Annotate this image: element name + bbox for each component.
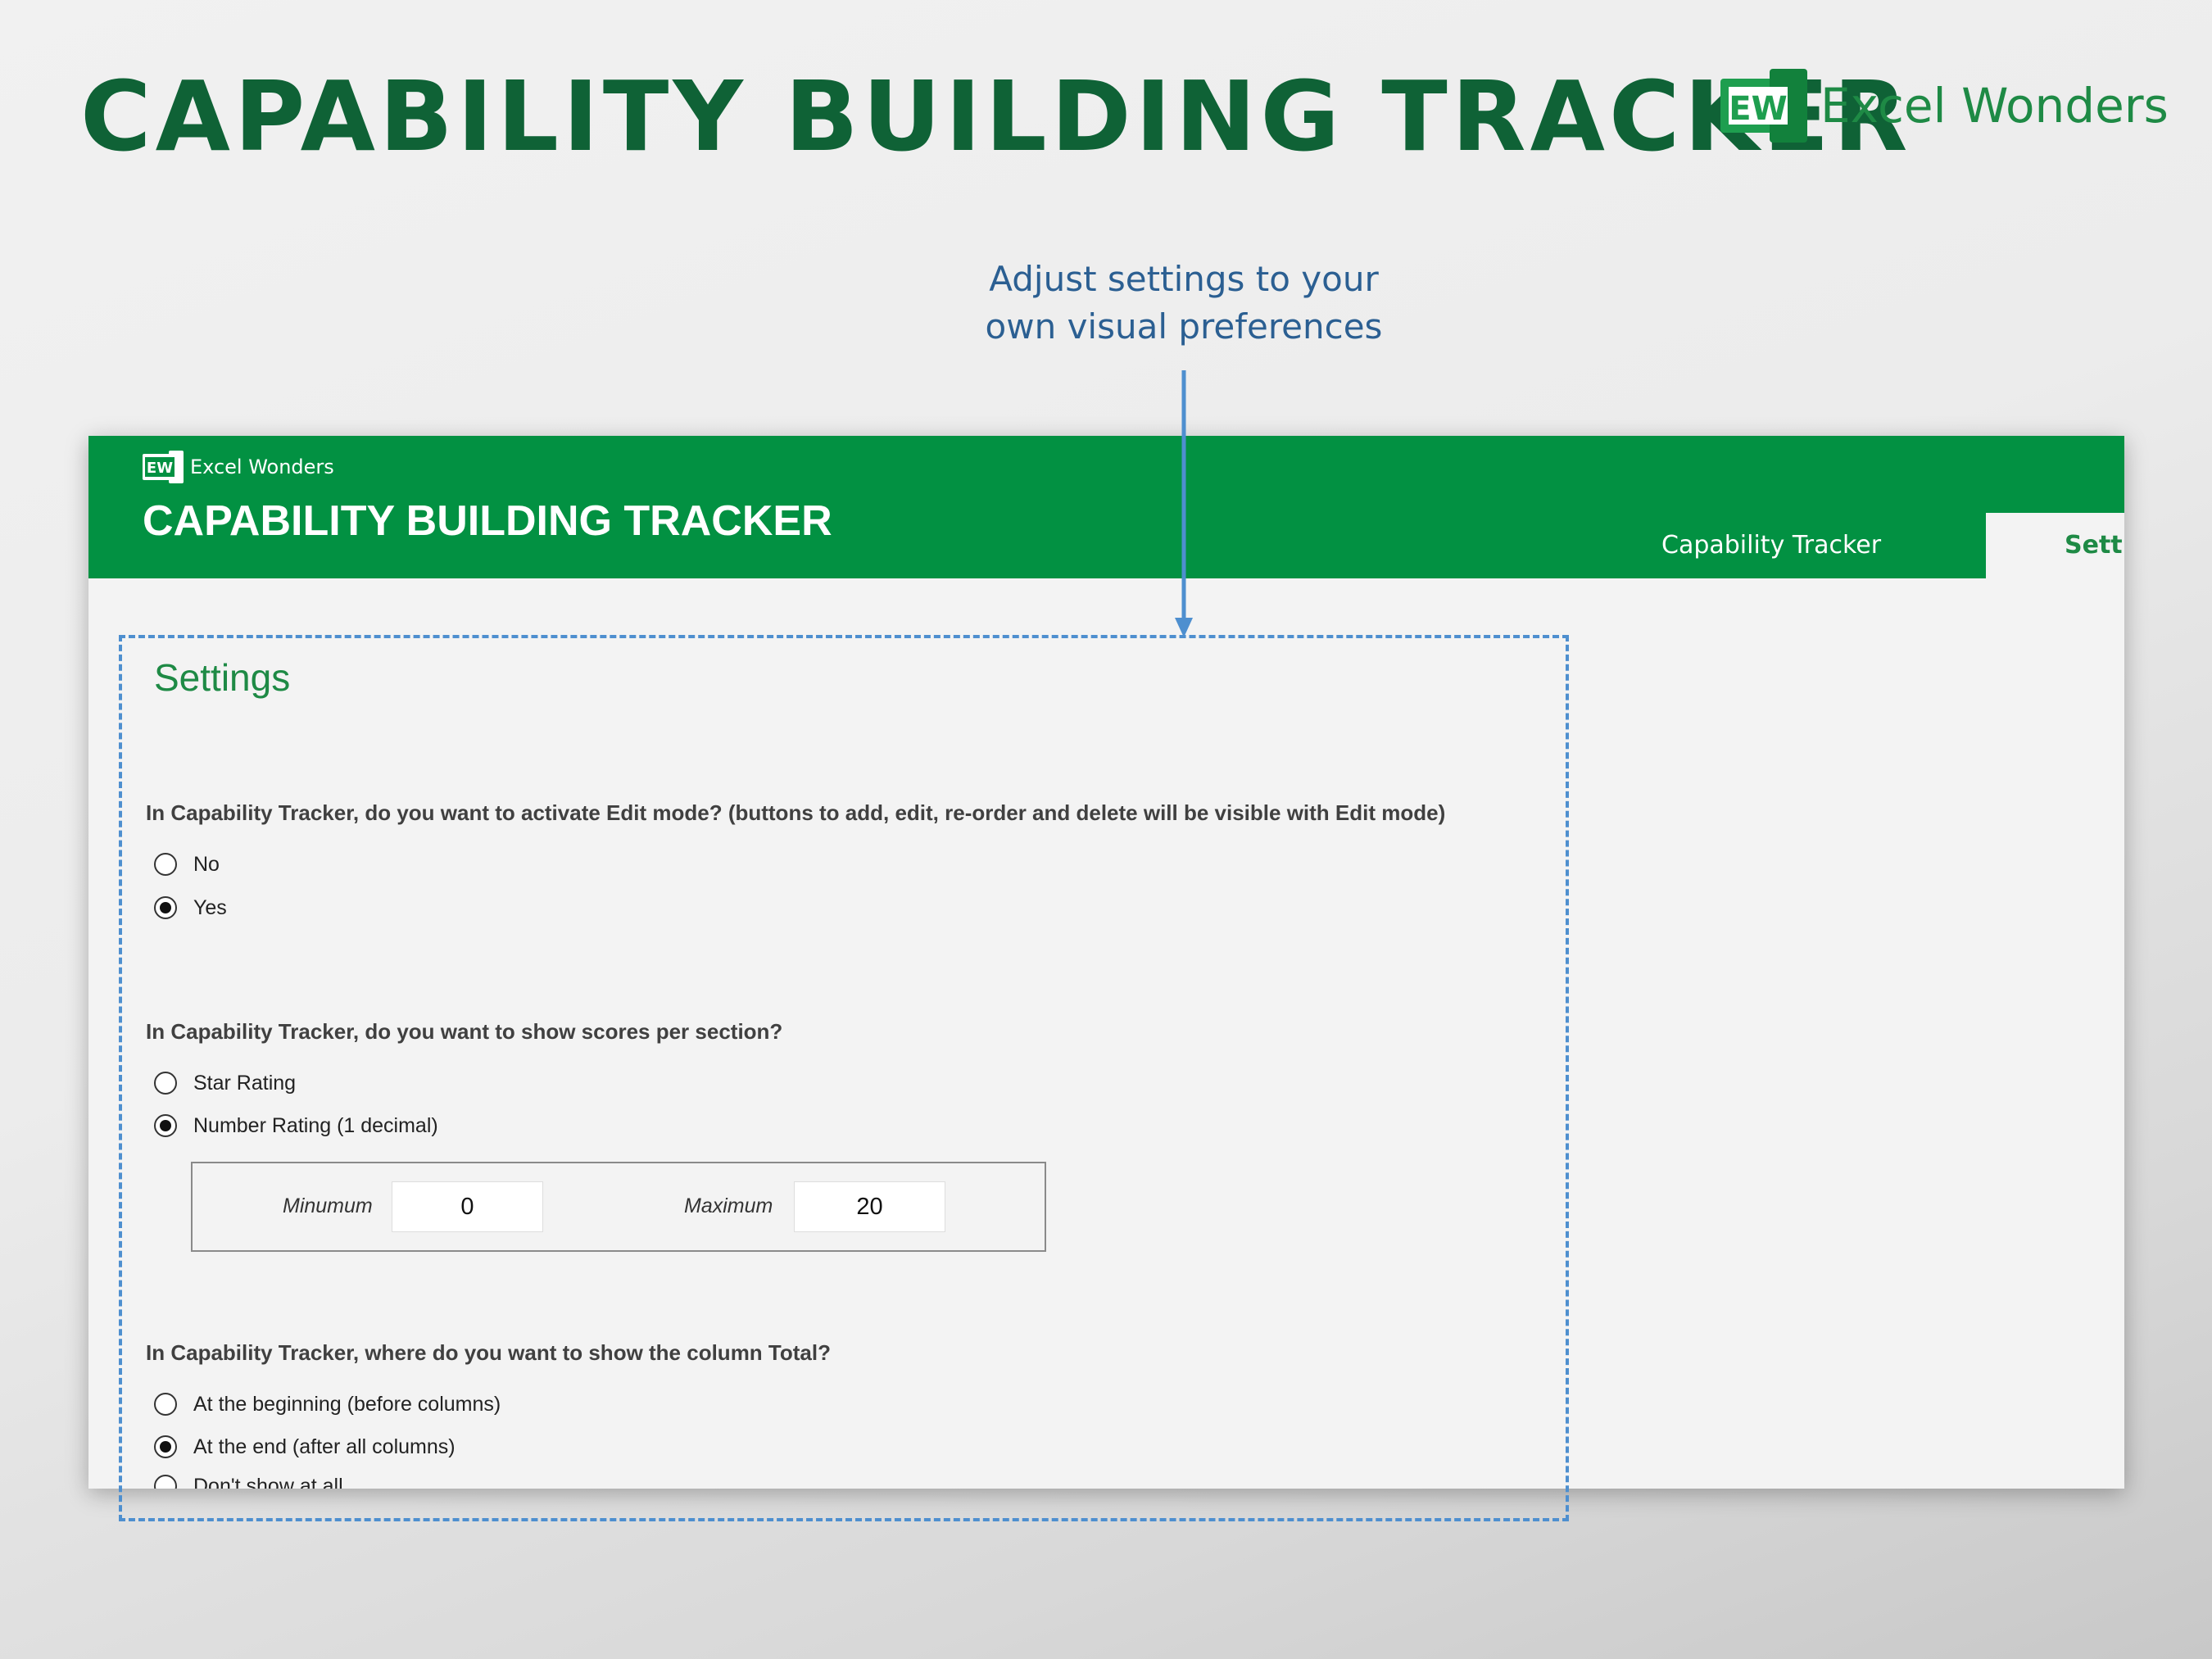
callout: Adjust settings to your own visual prefe… [942, 256, 1426, 351]
callout-line-1: Adjust settings to your [989, 259, 1379, 299]
tab-settings[interactable]: Settings [1986, 513, 2124, 578]
app-title: CAPABILITY BUILDING TRACKER [143, 497, 832, 545]
callout-line-2: own visual preferences [985, 306, 1383, 347]
logo-text: EW [1729, 90, 1787, 128]
brand-name: Excel Wonders [1820, 78, 2169, 134]
app-logo-text: EW [147, 460, 173, 477]
callout-arrow-icon [1175, 370, 1193, 637]
app-brand: EW Excel Wonders [143, 451, 334, 483]
settings-highlight-frame [119, 635, 1569, 1521]
brand: EW Excel Wonders [1720, 69, 2169, 143]
excel-wonders-logo-icon: EW [1720, 69, 1807, 143]
app-header: EW Excel Wonders CAPABILITY BUILDING TRA… [88, 436, 2124, 578]
page-title: CAPABILITY BUILDING TRACKER [80, 60, 1912, 173]
app-brand-name: Excel Wonders [190, 456, 334, 478]
app-logo-icon: EW [143, 451, 184, 483]
tab-capability-tracker[interactable]: Capability Tracker [1661, 513, 1881, 578]
